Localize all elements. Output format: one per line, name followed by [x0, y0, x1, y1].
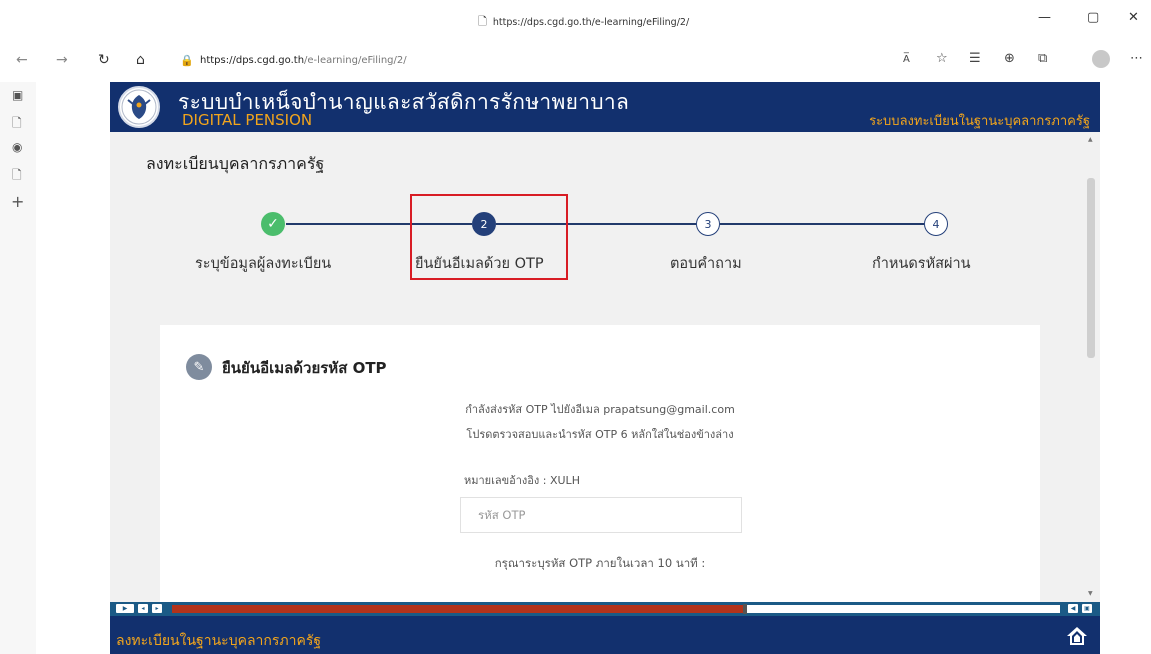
- title-url: 🗋 https://dps.cgd.go.th/e-learning/eFili…: [478, 13, 689, 32]
- next-icon[interactable]: ▸: [152, 604, 162, 613]
- home-browser-icon[interactable]: ⌂: [136, 52, 145, 68]
- address-domain: https://dps.cgd.go.th: [200, 55, 305, 66]
- step-3-number: 3: [696, 212, 720, 236]
- step-4-number: 4: [924, 212, 948, 236]
- site-title-english: DIGITAL PENSION: [182, 111, 313, 129]
- close-icon[interactable]: ✕: [1128, 10, 1139, 25]
- progress-track[interactable]: [172, 604, 1060, 614]
- vertical-tabs: ▣ 🗋 ◉ 🗋 +: [0, 82, 36, 654]
- step-4-label: กำหนดรหัสผ่าน: [872, 256, 971, 272]
- pencil-icon: ✎: [186, 354, 212, 380]
- tab-current-icon[interactable]: 🗋: [12, 166, 22, 187]
- forward-icon[interactable]: →: [56, 52, 68, 68]
- extensions-icon[interactable]: ⧉: [1038, 51, 1047, 66]
- footer-title: ลงทะเบียนในฐานะบุคลากรภาครัฐ: [116, 633, 322, 649]
- right-margin: [1100, 82, 1151, 654]
- play-icon[interactable]: ▶: [116, 604, 134, 613]
- otp-input[interactable]: [460, 497, 742, 533]
- address-path: /e-learning/eFiling/2/: [304, 55, 407, 66]
- progress-fill: [172, 605, 745, 613]
- address-bar[interactable]: https://dps.cgd.go.th/e-learning/eFiling…: [200, 55, 407, 66]
- tab-actions-icon[interactable]: ▣: [12, 88, 23, 102]
- prev-icon[interactable]: ◂: [138, 604, 148, 613]
- step-connector: [720, 223, 924, 225]
- progress-knob[interactable]: [742, 604, 747, 614]
- otp-card: ✎ ยืนยันอีเมลด้วยรหัส OTP กำลังส่งรหัส O…: [160, 325, 1040, 602]
- favorite-add-icon[interactable]: ☆: [936, 51, 948, 66]
- more-icon[interactable]: ⋯: [1130, 51, 1143, 66]
- minimize-icon[interactable]: —: [1038, 10, 1051, 25]
- web-content: ระบบบำเหน็จบำนาญและสวัสดิการรักษาพยาบาล …: [110, 82, 1100, 654]
- fullscreen-icon[interactable]: ▣: [1082, 604, 1092, 613]
- step-1-check-icon: ✓: [261, 212, 285, 236]
- otp-card-title: ยืนยันอีเมลด้วยรหัส OTP: [222, 359, 387, 377]
- read-aloud-icon[interactable]: A̅: [903, 54, 910, 65]
- page-scrollbar[interactable]: ▲ ▼: [1085, 132, 1100, 602]
- step-1-label: ระบุข้อมูลผู้ลงทะเบียน: [195, 256, 332, 272]
- tab-page-icon[interactable]: 🗋: [12, 114, 22, 135]
- profile-avatar[interactable]: [1092, 50, 1110, 68]
- page-title: ลงทะเบียนบุคลากรภาครัฐ: [146, 154, 325, 173]
- volume-icon[interactable]: ◀: [1068, 604, 1078, 613]
- new-tab-icon[interactable]: +: [11, 192, 24, 211]
- page-icon: 🗋: [478, 15, 487, 28]
- otp-instruction: โปรดตรวจสอบและนำรหัส OTP 6 หลักใส่ในช่อง…: [466, 428, 734, 441]
- site-footer: ลงทะเบียนในฐานะบุคลากรภาครัฐ: [110, 616, 1100, 654]
- page-body: ลงทะเบียนบุคลากรภาครัฐ ✓ 2 3 4 ระบุข้อมู…: [110, 132, 1085, 602]
- otp-deadline: กรุณาระบุรหัส OTP ภายในเวลา 10 นาที :: [494, 556, 706, 570]
- restore-icon[interactable]: ▢: [1087, 10, 1099, 25]
- scroll-up-icon[interactable]: ▲: [1088, 136, 1093, 143]
- title-url-text: https://dps.cgd.go.th/e-learning/eFiling…: [492, 17, 690, 28]
- back-icon[interactable]: ←: [16, 52, 28, 68]
- site-header: ระบบบำเหน็จบำนาญและสวัสดิการรักษาพยาบาล …: [110, 82, 1100, 132]
- cgd-logo: [118, 86, 160, 128]
- media-player-bar: ▶ ◂ ▸ ◀ ▣: [110, 602, 1100, 616]
- scroll-down-icon[interactable]: ▼: [1088, 590, 1093, 597]
- tab-site-icon[interactable]: ◉: [12, 140, 22, 154]
- favorites-icon[interactable]: ☰: [969, 51, 981, 66]
- home-icon[interactable]: [1066, 626, 1088, 651]
- otp-sent-message: กำลังส่งรหัส OTP ไปยังอีเมล prapatsung@g…: [465, 403, 735, 416]
- scrollbar-thumb[interactable]: [1087, 178, 1095, 358]
- refresh-icon[interactable]: ↻: [98, 52, 110, 68]
- lock-icon[interactable]: 🔒: [180, 54, 194, 67]
- system-name: ระบบลงทะเบียนในฐานะบุคลากรภาครัฐ: [869, 114, 1090, 129]
- step-3-label: ตอบคำถาม: [670, 256, 742, 272]
- collections-icon[interactable]: ⊕: [1004, 51, 1015, 66]
- otp-reference: หมายเลขอ้างอิง : XULH: [464, 474, 580, 487]
- browser-title-bar: 🗋 https://dps.cgd.go.th/e-learning/eFili…: [0, 0, 1151, 40]
- registration-stepper: ✓ 2 3 4 ระบุข้อมูลผู้ลงทะเบียน ยืนยันอีเ…: [110, 196, 1085, 296]
- browser-toolbar: ← → ↻ ⌂ 🔒 https://dps.cgd.go.th/e-learni…: [0, 40, 1151, 82]
- current-step-highlight: [410, 194, 568, 280]
